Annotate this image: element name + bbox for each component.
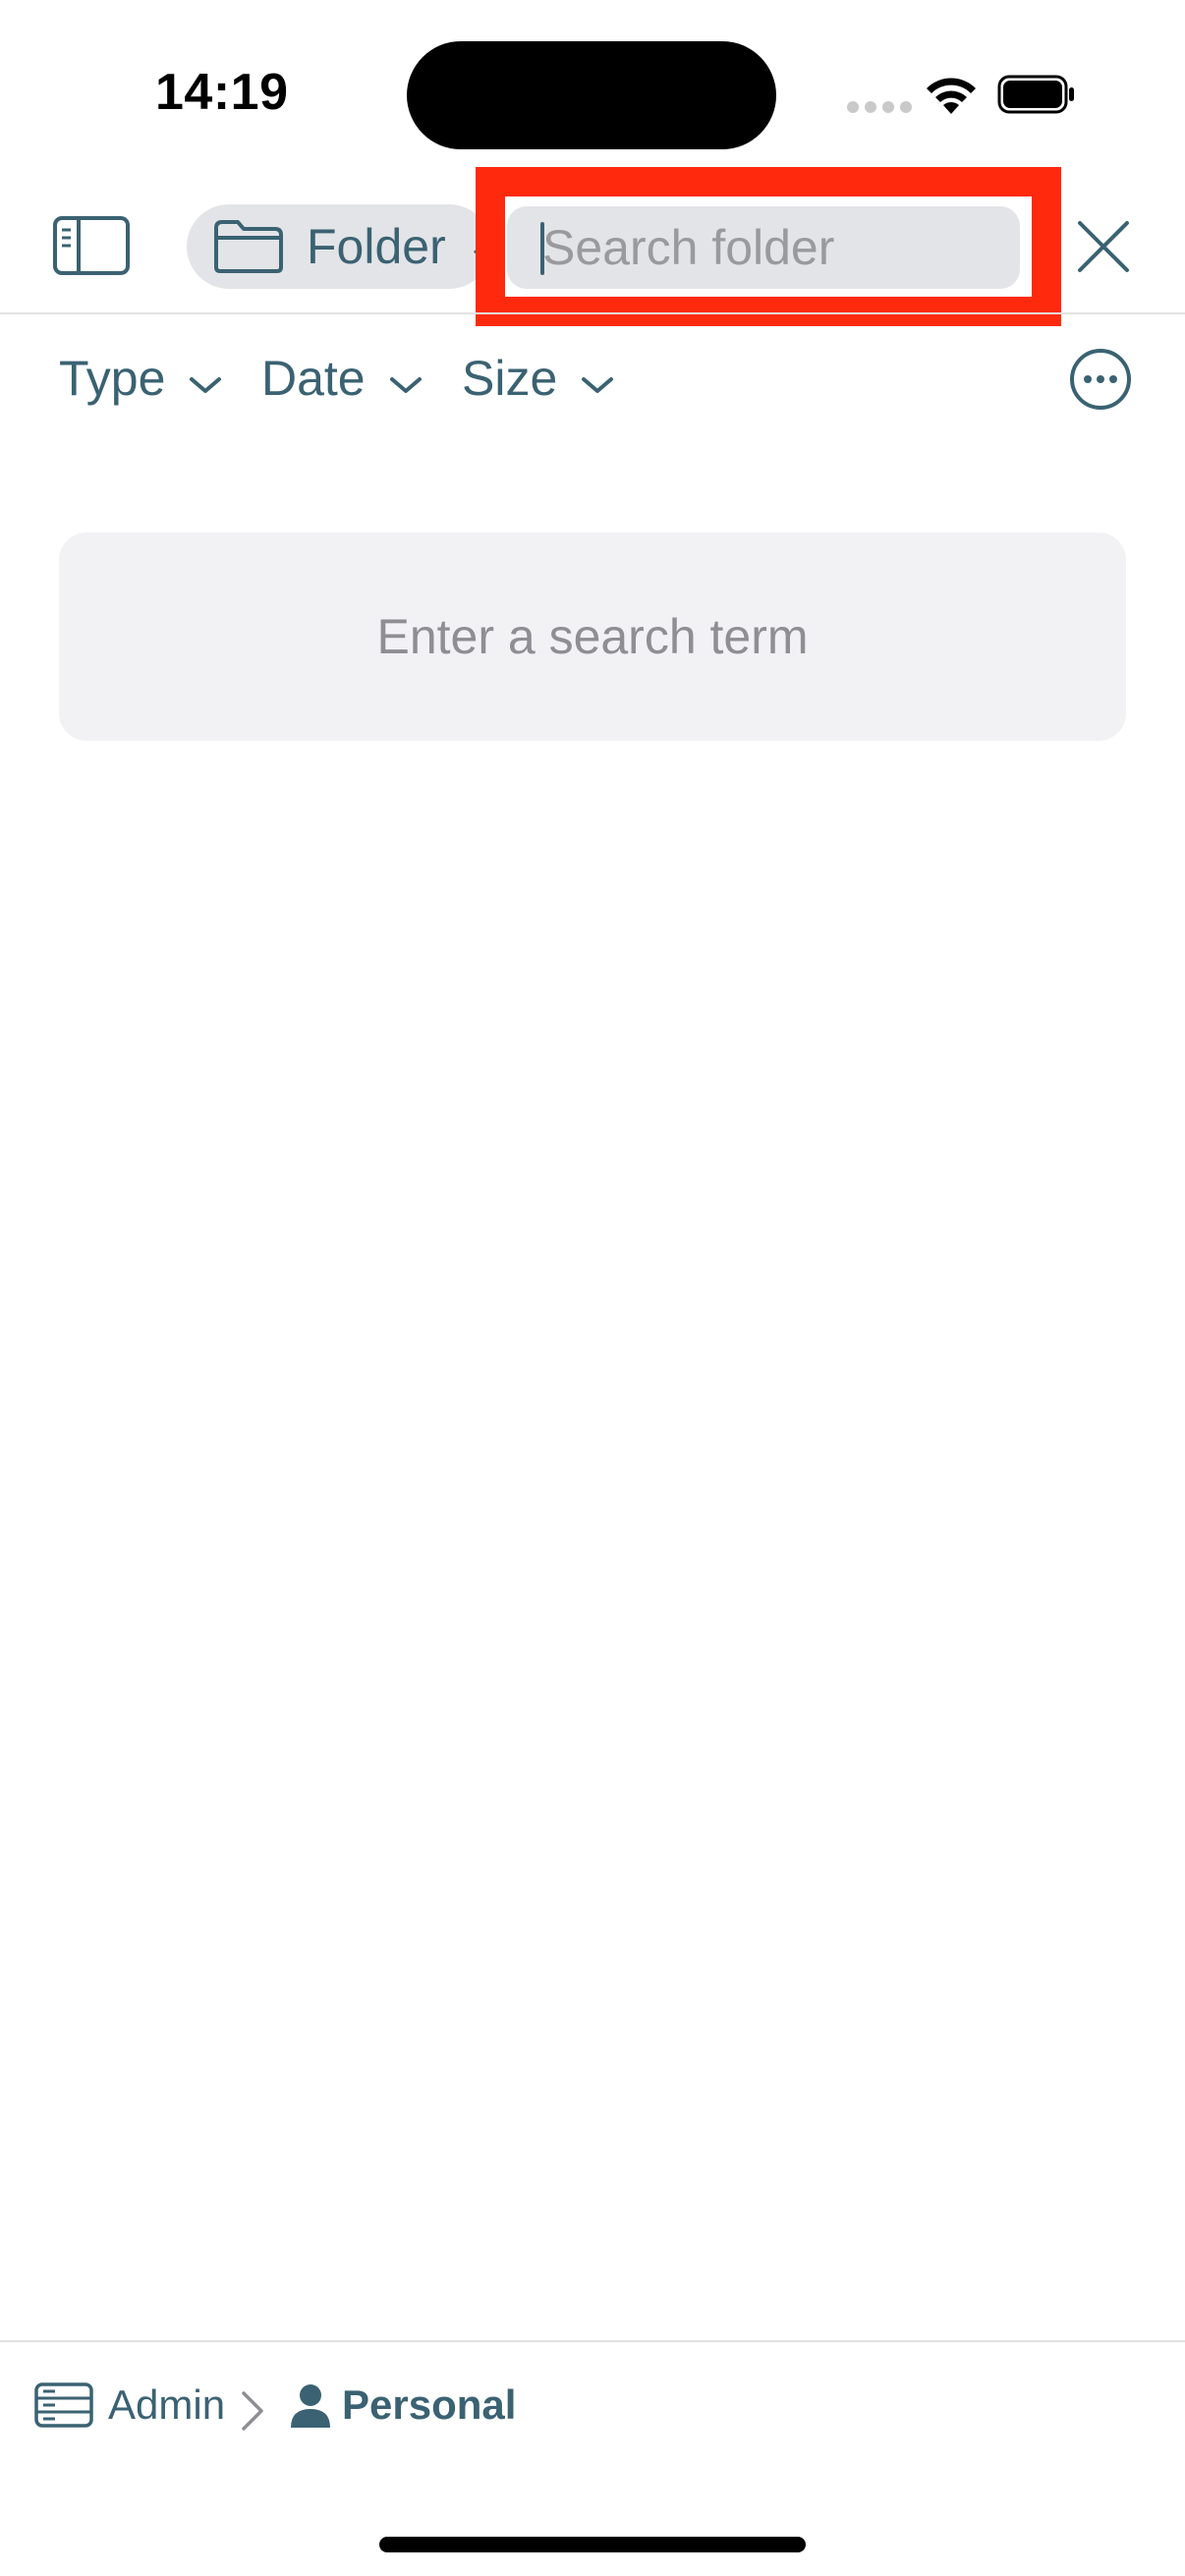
breadcrumb-label-admin: Admin	[108, 2381, 226, 2428]
filter-type-label: Type	[59, 351, 166, 406]
close-icon[interactable]	[1075, 218, 1132, 275]
empty-state-card: Enter a search term	[59, 532, 1126, 741]
breadcrumb-label-personal: Personal	[342, 2381, 517, 2428]
filter-date-label: Date	[261, 351, 366, 406]
chevron-right-icon	[242, 2391, 263, 2431]
battery-icon	[997, 75, 1074, 114]
filter-size-button[interactable]: Size	[462, 350, 614, 407]
home-indicator	[379, 2537, 806, 2552]
chevron-down-icon	[582, 377, 614, 393]
folder-scope-label: Folder	[307, 219, 446, 274]
empty-state-message: Enter a search term	[376, 609, 809, 664]
filter-type-button[interactable]: Type	[59, 350, 222, 407]
sidebar-toggle-icon[interactable]	[53, 216, 130, 275]
text-caret	[540, 222, 544, 275]
dynamic-island	[407, 41, 776, 149]
bottom-divider	[0, 2340, 1185, 2342]
status-time: 14:19	[155, 64, 289, 121]
more-options-icon[interactable]	[1069, 348, 1132, 411]
server-icon	[34, 2382, 93, 2428]
person-icon	[291, 2384, 330, 2428]
search-input[interactable]	[542, 216, 1004, 279]
folder-icon	[214, 220, 283, 273]
search-field[interactable]	[507, 206, 1020, 289]
search-screen: 14:19 Folder ⌄ Type	[0, 0, 1185, 2576]
breadcrumb-item-personal[interactable]: Personal	[289, 2381, 516, 2429]
chevron-down-icon	[389, 377, 422, 393]
breadcrumb-item-admin[interactable]: Admin	[33, 2381, 225, 2429]
cellular-signal-icon	[847, 101, 912, 113]
folder-scope-button[interactable]: Folder ⌄	[187, 204, 491, 289]
chevron-down-icon	[190, 377, 222, 393]
filter-size-label: Size	[462, 351, 558, 406]
toolbar-divider	[0, 312, 1185, 314]
wifi-icon	[927, 78, 976, 114]
filter-date-button[interactable]: Date	[261, 350, 423, 407]
